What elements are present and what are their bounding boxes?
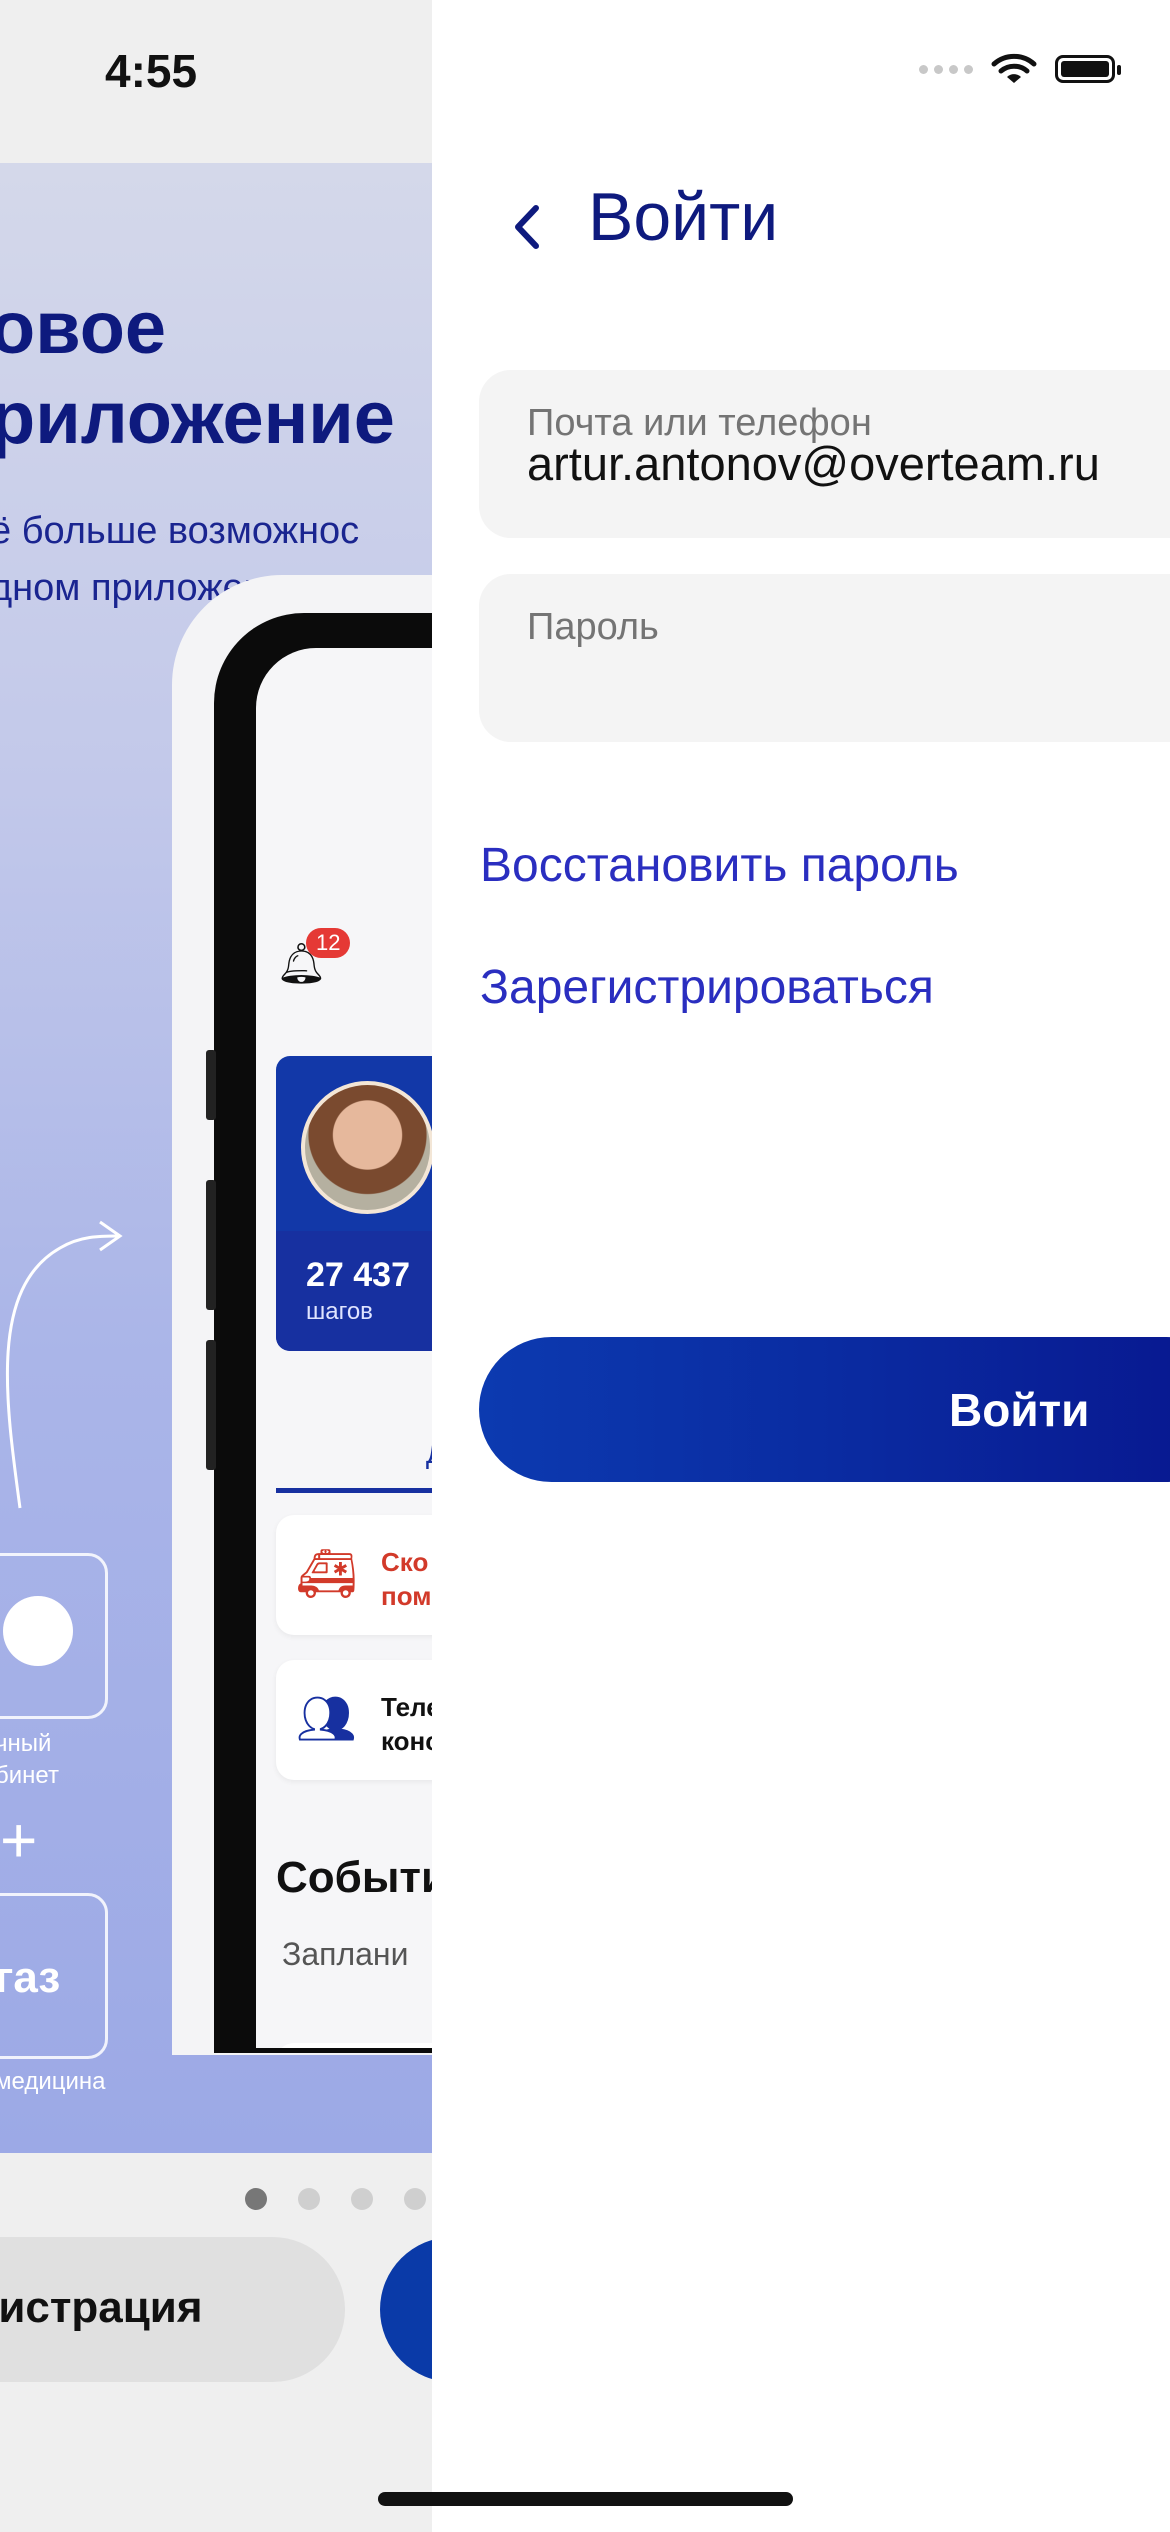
battery-icon xyxy=(1055,55,1121,83)
password-field[interactable]: Пароль xyxy=(479,574,1170,742)
personal-cabinet-icon xyxy=(0,1553,108,1719)
promo-title: овое риложение xyxy=(0,286,395,459)
medicine-label: медицина xyxy=(0,2068,106,2095)
steps-label: шагов xyxy=(306,1298,373,1325)
service-card-ambulance: 🚑︎ Ско пом xyxy=(276,1515,432,1635)
page-title: Войти xyxy=(588,179,779,255)
profile-card: 27 437 шагов xyxy=(276,1056,432,1351)
notification-badge: 12 xyxy=(306,928,351,958)
page-dot xyxy=(298,2188,320,2210)
event-card: Он Те xyxy=(276,2043,432,2048)
home-indicator xyxy=(378,2492,793,2506)
register-button[interactable]: гистрация xyxy=(0,2237,345,2382)
page-dot xyxy=(351,2188,373,2210)
events-subheader: Заплани xyxy=(282,1936,409,1972)
avatar xyxy=(301,1081,432,1214)
status-time: 4:55 xyxy=(105,45,198,97)
tab-underline xyxy=(276,1488,432,1493)
plus-sign: + xyxy=(0,1804,38,1876)
phone-mockup-screen: 🔔︎ 12 27 437 шагов Д 🚑︎ Ско пом 👥︎ Теле … xyxy=(256,648,432,2048)
login-submit-button[interactable]: Войти xyxy=(479,1337,1170,1482)
phone-side-button xyxy=(206,1050,216,1120)
cellular-signal-icon xyxy=(919,64,973,74)
steps-value: 27 437 xyxy=(306,1256,410,1294)
wifi-icon xyxy=(991,53,1037,83)
email-input[interactable] xyxy=(527,436,1170,491)
page-dot xyxy=(245,2188,267,2210)
password-input[interactable] xyxy=(527,664,1170,719)
events-header: Событи xyxy=(276,1853,432,1902)
login-sheet: Войти Почта или телефон Пароль Восстанов… xyxy=(432,0,1170,2532)
background-onboarding-screen: 4:55 овое риложение ё больше возможнос д… xyxy=(0,0,432,2532)
password-field-label: Пароль xyxy=(527,606,659,648)
ambulance-icon: 🚑︎ xyxy=(296,1548,357,1601)
phone-side-button xyxy=(206,1340,216,1470)
login-button-background[interactable] xyxy=(380,2237,432,2382)
back-button[interactable] xyxy=(497,192,557,262)
restore-password-link[interactable]: Восстановить пароль xyxy=(480,838,959,893)
page-dot xyxy=(404,2188,426,2210)
register-link[interactable]: Зарегистрироваться xyxy=(480,960,934,1015)
personal-cabinet-label: чный бинет xyxy=(0,1730,59,1789)
phone-side-button xyxy=(206,1180,216,1310)
gaz-logo-text: газ xyxy=(0,1953,61,2002)
chevron-left-icon xyxy=(515,205,539,249)
curved-arrow-icon xyxy=(5,1220,123,1509)
status-icons xyxy=(919,52,1121,86)
email-field[interactable]: Почта или телефон xyxy=(479,370,1170,538)
users-icon: 👥︎ xyxy=(296,1693,357,1746)
service-card-telemedicine: 👥︎ Теле конс xyxy=(276,1660,432,1780)
